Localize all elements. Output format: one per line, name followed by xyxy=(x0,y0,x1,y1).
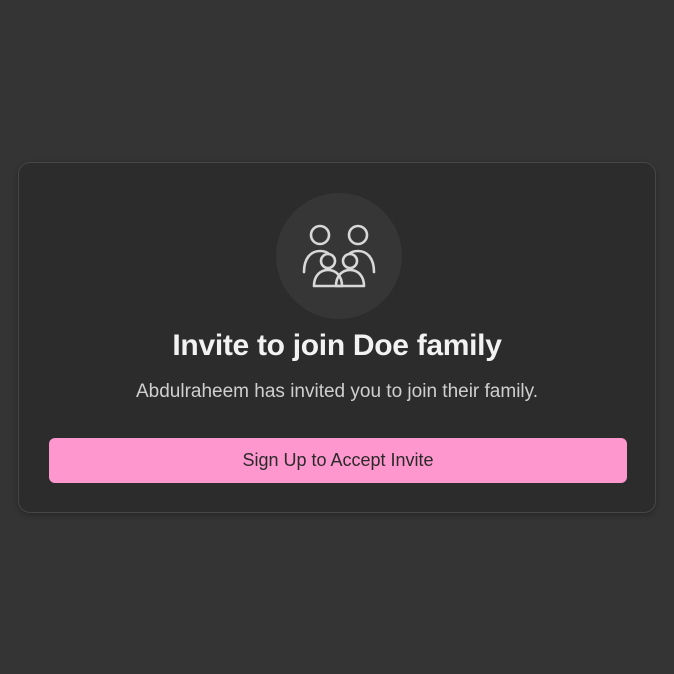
sign-up-accept-button[interactable]: Sign Up to Accept Invite xyxy=(49,438,627,483)
invite-card: Invite to join Doe family Abdulraheem ha… xyxy=(18,162,656,513)
invite-title: Invite to join Doe family xyxy=(172,329,502,362)
invite-message: Abdulraheem has invited you to join thei… xyxy=(135,381,539,402)
family-icon xyxy=(302,224,376,288)
icon-circle xyxy=(276,193,402,319)
